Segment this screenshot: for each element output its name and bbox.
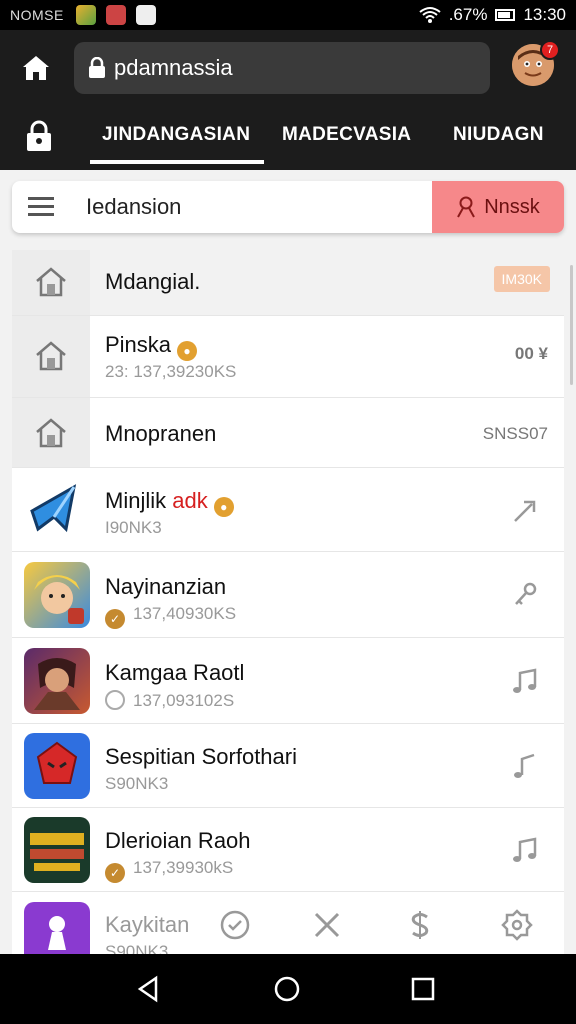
arrow-shape-icon [30,484,77,533]
row-title: Minjlik adk ● [105,488,234,517]
notification-badge: 7 [540,40,560,60]
row-subtitle: ✓ 137,39930kS [105,858,233,883]
item-list: Mdangial. IM30K Pinska ● 23: 137,39230KS … [12,250,564,954]
dollar-icon[interactable] [403,908,437,942]
row-subtitle: S90NK3 [105,774,169,793]
home-circle-icon[interactable] [272,974,302,1004]
row-subtitle: 23: 137,39230KS [105,362,237,381]
hamburger-menu-icon[interactable] [28,196,54,218]
row-subtitle: ✓ 137,40930KS [105,604,236,629]
house-icon [36,341,66,371]
warrior-face-icon [34,658,80,710]
row-title: Dlerioian Raoh [105,828,251,853]
app-icon-red-monster [24,733,90,799]
check-icon: ✓ [105,863,125,883]
url-row: pdamnassia 7 [0,30,576,106]
back-icon[interactable] [134,974,164,1004]
list-item[interactable]: Kamgaa Raotl 137,093102S [12,638,564,724]
row-subtitle: I90NK3 [105,518,162,537]
status-badge: IM30K [493,266,550,292]
music-note-icon[interactable] [510,666,540,696]
scrollbar[interactable] [570,265,573,385]
filter-bar: Iedansion Nnssk [12,181,564,233]
recents-icon[interactable] [408,974,438,1004]
close-tools-icon[interactable] [310,908,344,942]
house-icon [36,418,66,448]
notification-icons [75,5,156,25]
home-icon[interactable] [20,52,52,84]
list-item[interactable]: Minjlik adk ● I90NK3 [12,468,564,552]
wifi-icon [419,7,441,23]
badge-icon[interactable] [218,908,252,942]
row-title: Nayinanzian [105,574,227,599]
app-notification-icon [105,5,126,25]
battery-percent: .67% [448,5,488,24]
profile-avatar[interactable]: 7 [512,40,560,86]
row-title: Kaykitan [105,912,190,937]
clock-notification-icon [135,5,156,25]
house-icon [36,267,66,297]
user-action-button[interactable]: Nnssk [432,181,564,233]
row-title: Sespitian Sorfothari [105,744,297,769]
music-note-icon[interactable] [510,835,540,865]
row-title: Mdangial. [105,269,201,294]
app-icon-gold-text [24,817,90,883]
row-subtitle: S90NK3 [105,942,169,954]
url-field[interactable]: pdamnassia [74,42,490,94]
row-title: Kamgaa Raotl [105,660,245,685]
row-subtitle: 137,093102S [105,690,234,711]
row-title: Pinska ● [105,332,198,361]
url-text: pdamnassia [114,55,233,80]
list-item[interactable]: Nayinanzian ✓ 137,40930KS [12,552,564,638]
check-icon: ✓ [105,609,125,629]
edit-arrow-icon[interactable] [510,496,540,526]
clock-icon [105,690,125,710]
hero-face-icon [34,575,84,624]
game-notification-icon [75,5,96,25]
user-icon [457,196,476,218]
tab-jindangasian[interactable]: JINDANGASIAN [89,124,265,164]
coin-icon: ● [177,341,198,361]
coin-icon: ● [213,497,234,517]
app-icon-warrior [24,648,90,714]
list-item[interactable]: Mnopranen SNSS07 [12,398,564,468]
clock-time: 13:30 [523,5,566,24]
list-item[interactable]: Mdangial. IM30K [12,250,564,316]
bottom-action-strip [200,908,560,948]
status-bar: NOMSE .67% 13:30 [0,0,576,30]
app-icon-purple [24,902,90,954]
gear-icon[interactable] [500,908,534,942]
tab-madecvasia[interactable]: MADECVASIA [282,124,411,146]
row-price: 00 ¥ [514,344,548,363]
chess-piece-icon [48,916,66,950]
list-item[interactable]: Dlerioian Raoh ✓ 137,39930kS [12,808,564,892]
tab-niudagn[interactable]: NIUDAGN [453,124,544,146]
app-icon-hero [24,562,90,628]
tab-row: JINDANGASIAN MADECVASIA NIUDAGN [0,106,576,170]
browser-top-bar: pdamnassia 7 JINDANGASIAN MADECVASIA NIU… [0,30,576,170]
carrier-label: NOMSE [10,7,64,23]
game-logo-icon [30,833,84,871]
music-note-icon[interactable] [510,751,540,781]
row-title: Mnopranen [105,421,217,446]
monster-icon [36,741,78,784]
user-action-label: Nnssk [484,195,540,218]
filter-label[interactable]: Iedansion [86,194,181,220]
lock-icon [89,57,105,78]
key-icon[interactable] [510,580,540,610]
row-meta: SNSS07 [482,424,548,443]
battery-icon [495,9,516,21]
list-item[interactable]: Sespitian Sorfothari S90NK3 [12,724,564,808]
app-icon-blue-arrow [24,477,90,543]
system-nav-bar [0,954,576,1024]
tab-lock-icon[interactable] [24,120,54,152]
list-item[interactable]: Pinska ● 23: 137,39230KS 00 ¥ [12,316,564,398]
